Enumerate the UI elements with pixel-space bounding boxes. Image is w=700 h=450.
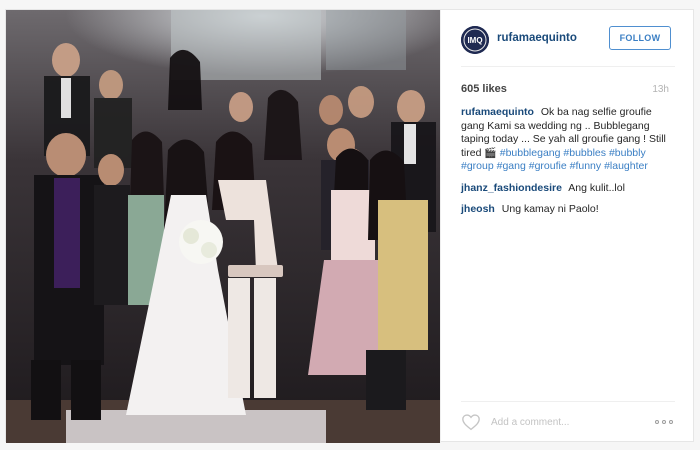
dot — [655, 420, 659, 424]
post-footer — [461, 413, 675, 431]
comments-list: rufamaequinto Ok ba nag selfie groufie g… — [461, 106, 671, 225]
post-card: IMQ rufamaequinto FOLLOW 605 likes 13h r… — [5, 9, 695, 443]
hashtag-link[interactable]: #funny — [570, 160, 602, 172]
clapperboard-emoji: 🎬 — [484, 147, 497, 159]
avatar-initials: IMQ — [467, 36, 482, 45]
comment-username[interactable]: jhanz_fashiondesire — [461, 182, 562, 194]
heart-icon[interactable] — [461, 413, 481, 431]
post-header: IMQ rufamaequinto FOLLOW — [441, 10, 695, 66]
wedding-group-photo — [6, 10, 440, 443]
add-comment-input[interactable] — [491, 414, 631, 430]
likes-count[interactable]: 605 likes — [461, 83, 507, 95]
post-photo[interactable] — [6, 10, 440, 443]
comment-text: Ang kulit..lol — [568, 181, 625, 194]
hashtag-link[interactable]: #group — [461, 160, 494, 172]
caption-comment: rufamaequinto Ok ba nag selfie groufie g… — [461, 106, 671, 174]
comment-text: Ung kamay ni Paolo! — [501, 203, 599, 215]
header-divider — [461, 66, 675, 67]
comment-item: jheosh Ung kamay ni Paolo! — [461, 203, 671, 217]
post-timestamp[interactable]: 13h — [652, 84, 669, 95]
post-sidebar: IMQ rufamaequinto FOLLOW 605 likes 13h r… — [440, 10, 695, 443]
caption-username[interactable]: rufamaequinto — [461, 106, 534, 118]
hashtag-link[interactable]: #gang — [497, 160, 526, 172]
avatar-logo: IMQ — [461, 26, 489, 54]
avatar[interactable]: IMQ — [461, 26, 489, 54]
follow-button[interactable]: FOLLOW — [609, 26, 671, 50]
hashtag-link[interactable]: #groufie — [529, 160, 567, 172]
more-options-icon[interactable] — [655, 417, 675, 427]
comment-username[interactable]: jheosh — [461, 203, 495, 215]
dot — [662, 420, 666, 424]
dot — [669, 420, 673, 424]
comment-item: jhanz_fashiondesire Ang kulit..lol — [461, 182, 671, 196]
hashtag-link[interactable]: #bubbles — [563, 147, 606, 159]
hashtag-link[interactable]: #bubbly — [609, 147, 646, 159]
hashtag-link[interactable]: #bubblegang — [500, 147, 561, 159]
footer-divider — [461, 401, 675, 402]
post-username[interactable]: rufamaequinto — [497, 32, 577, 44]
hashtag-link[interactable]: #laughter — [604, 160, 648, 172]
